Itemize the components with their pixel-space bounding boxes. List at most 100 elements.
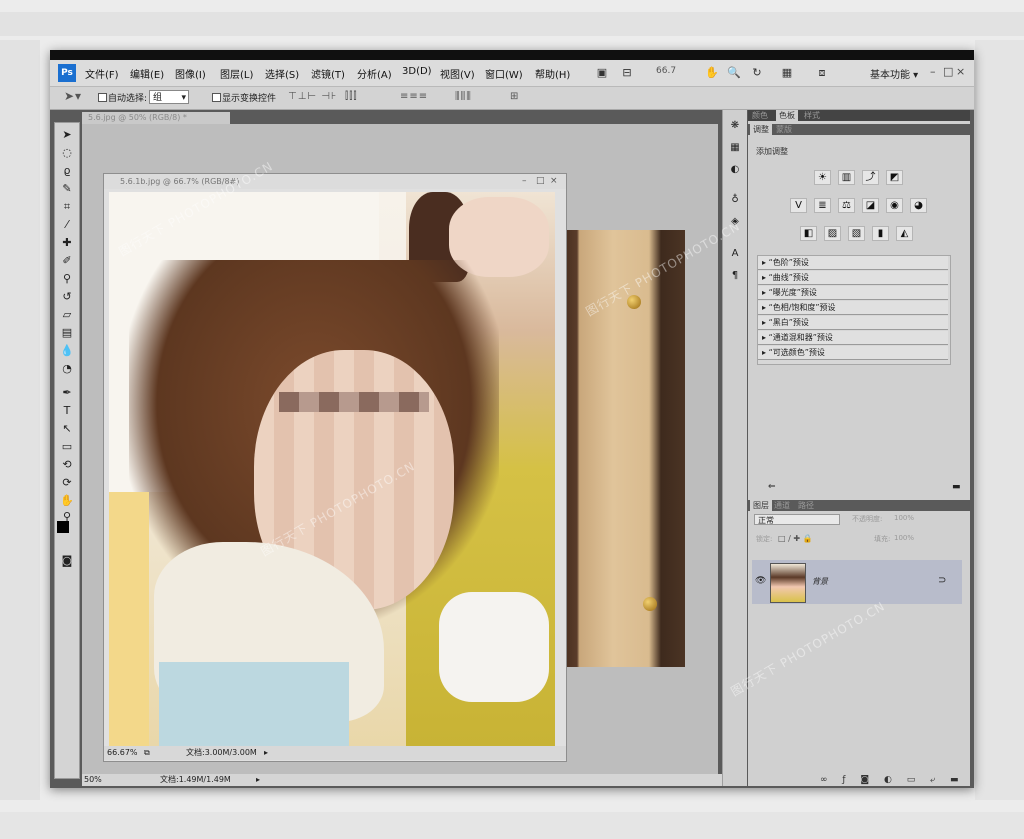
align-icons[interactable]: ⊤⊥⊢ ⊣⊦ <box>288 91 337 102</box>
color-panel-icon[interactable]: ❋ <box>727 120 743 134</box>
arrange-documents-icon[interactable]: ▦ <box>780 66 794 79</box>
tab-layers[interactable]: 图层 <box>750 500 772 511</box>
document-tab[interactable]: 5.6.jpg @ 50% (RGB/8) * <box>82 112 230 124</box>
move-tool-preset-icon[interactable]: ➤▾ <box>64 89 82 103</box>
chevron-down-icon: ▾ <box>181 93 186 103</box>
preset-black-white[interactable]: ▸ “黑白”预设 <box>758 316 948 330</box>
menu-window[interactable]: 窗口(W) <box>485 66 523 81</box>
menu-help[interactable]: 帮助(H) <box>535 66 570 81</box>
options-bar: ➤▾ 自动选择: 组 ▾ 显示变换控件 ⊤⊥⊢ ⊣⊦ ⫿⫿⫿ ≡≡≡ ⫼⫼⫼ ⊞ <box>50 87 974 110</box>
auto-select-dropdown[interactable]: 组 ▾ <box>149 90 189 104</box>
swatches-panel-icon[interactable]: ▦ <box>727 142 743 156</box>
screen-mode-toggle-icon[interactable]: ⧈ <box>815 66 829 79</box>
menu-view[interactable]: 视图(V) <box>440 66 475 81</box>
status-arrow-icon[interactable]: ▸ <box>256 774 260 786</box>
menu-edit[interactable]: 编辑(E) <box>130 66 164 81</box>
menu-file[interactable]: 文件(F) <box>85 66 119 81</box>
auto-align-icon[interactable]: ⊞ <box>510 91 519 102</box>
black-white-icon[interactable]: ◪ <box>862 198 879 213</box>
close-button[interactable]: × <box>956 65 965 78</box>
menu-image[interactable]: 图像(I) <box>175 66 206 81</box>
return-to-list-icon[interactable]: ⇐ <box>768 482 776 492</box>
doc-menu-arrow-icon[interactable]: ▸ <box>264 746 268 760</box>
layers-panel-tabs: 图层 通道 路径 <box>748 500 970 511</box>
eye-icon[interactable]: 👁 <box>755 576 766 586</box>
tab-color[interactable]: 颜色 <box>752 110 768 121</box>
menu-analysis[interactable]: 分析(A) <box>357 66 392 81</box>
lock-icons[interactable]: □ ∕ ✚ 🔒 <box>778 534 813 543</box>
hue-saturation-icon[interactable]: ≣ <box>814 198 831 213</box>
document-status: 66.67% ⧉ 文档:3.00M/3.00M ▸ <box>104 746 566 760</box>
photo-filter-icon[interactable]: ◉ <box>886 198 903 213</box>
zoom-level[interactable]: 66.7 <box>656 66 676 76</box>
tab-paths[interactable]: 路径 <box>798 500 814 511</box>
foreground-color-swatch[interactable] <box>57 521 69 533</box>
levels-icon[interactable]: ▥ <box>838 170 855 185</box>
workspace-switcher[interactable]: 基本功能 ▾ <box>870 66 918 81</box>
menu-filter[interactable]: 滤镜(T) <box>311 66 345 81</box>
blend-mode-dropdown[interactable]: 正常 <box>754 514 840 525</box>
layer-footer-icons[interactable]: ∞ ƒ ◙ ◐ ▭ ⤶ ▬ <box>820 775 964 785</box>
distribute-vertical-icons[interactable]: ≡≡≡ <box>400 91 428 102</box>
menu-bar: Ps 文件(F) 编辑(E) 图像(I) 图层(L) 选择(S) 滤镜(T) 分… <box>50 60 974 87</box>
minimize-button[interactable]: – <box>930 65 936 78</box>
layer-name[interactable]: 背景 <box>812 576 828 587</box>
quick-mask-icon[interactable]: ◙ <box>58 553 76 568</box>
ghost-toolbox <box>0 40 40 800</box>
maximize-button[interactable]: □ <box>943 65 953 78</box>
document-title[interactable]: 5.6.1b.jpg @ 66.7% (RGB/8#) <box>104 174 566 189</box>
doc-zoom[interactable]: 66.67% <box>107 746 138 760</box>
show-transform-label: 显示变换控件 <box>222 94 277 104</box>
adjustments-panel-icon[interactable]: ◐ <box>727 164 743 178</box>
status-zoom[interactable]: 50% <box>84 774 102 786</box>
doc-close-button[interactable]: × <box>550 176 558 186</box>
preset-exposure[interactable]: ▸ “曝光度”预设 <box>758 286 948 300</box>
ps-logo-icon[interactable]: Ps <box>58 64 76 82</box>
rotate-view-icon[interactable]: ↻ <box>750 66 764 79</box>
panel-options-icon[interactable]: ▬ <box>952 482 961 492</box>
doc-info-icon[interactable]: ⧉ <box>144 746 150 760</box>
curves-icon[interactable]: ⤴ <box>862 170 879 185</box>
opacity-field[interactable]: 100% <box>894 514 914 522</box>
brightness-contrast-icon[interactable]: ☀ <box>814 170 831 185</box>
align-horizontal-icons[interactable]: ⫿⫿⫿ <box>345 91 358 102</box>
tab-channels[interactable]: 通道 <box>774 500 790 511</box>
auto-select-checkbox[interactable] <box>98 93 107 102</box>
menu-select[interactable]: 选择(S) <box>265 66 299 81</box>
tab-adjustments[interactable]: 调整 <box>750 124 772 135</box>
menu-3d[interactable]: 3D(D) <box>402 66 432 77</box>
doc-minimize-button[interactable]: – <box>522 176 527 186</box>
hand-tool-icon[interactable]: ✋ <box>705 66 719 79</box>
show-transform-checkbox[interactable] <box>212 93 221 102</box>
gradient-map-icon[interactable]: ▮ <box>872 226 889 241</box>
styles-panel-icon[interactable]: ♁ <box>727 194 743 208</box>
tab-masks[interactable]: 蒙版 <box>776 124 792 135</box>
exposure-icon[interactable]: ◩ <box>886 170 903 185</box>
bridge-icon[interactable]: ▣ <box>595 66 609 79</box>
title-bar <box>50 50 974 60</box>
distribute-horizontal-icons[interactable]: ⫼⫼⫼ <box>455 91 472 102</box>
tab-swatches[interactable]: 色板 <box>776 110 798 121</box>
color-balance-icon[interactable]: ⚖ <box>838 198 855 213</box>
fill-field[interactable]: 100% <box>894 534 914 542</box>
preset-channel-mixer[interactable]: ▸ “通道混和器”预设 <box>758 331 948 345</box>
invert-icon[interactable]: ◧ <box>800 226 817 241</box>
preset-selective-color[interactable]: ▸ “可选颜色”预设 <box>758 346 948 360</box>
posterize-icon[interactable]: ▨ <box>824 226 841 241</box>
menu-layer[interactable]: 图层(L) <box>220 66 253 81</box>
threshold-icon[interactable]: ▧ <box>848 226 865 241</box>
character-panel-icon[interactable]: A <box>727 248 743 262</box>
preset-label: “色相/饱和度”预设 <box>768 303 836 312</box>
vibrance-icon[interactable]: V <box>790 198 807 213</box>
channel-mixer-icon[interactable]: ◕ <box>910 198 927 213</box>
preset-hue-saturation[interactable]: ▸ “色相/饱和度”预设 <box>758 301 948 315</box>
preset-levels[interactable]: ▸ “色阶”预设 <box>758 256 948 270</box>
zoom-tool-icon[interactable]: 🔍 <box>727 66 741 79</box>
tab-styles[interactable]: 样式 <box>804 110 820 121</box>
paragraph-panel-icon[interactable]: ¶ <box>727 270 743 284</box>
preset-curves[interactable]: ▸ “曲线”预设 <box>758 271 948 285</box>
layer-row[interactable]: 👁 背景 ⊃ <box>752 560 962 604</box>
doc-maximize-button[interactable]: □ <box>536 176 545 186</box>
screen-mode-icon[interactable]: ⊟ <box>620 66 634 79</box>
selective-color-icon[interactable]: ◭ <box>896 226 913 241</box>
